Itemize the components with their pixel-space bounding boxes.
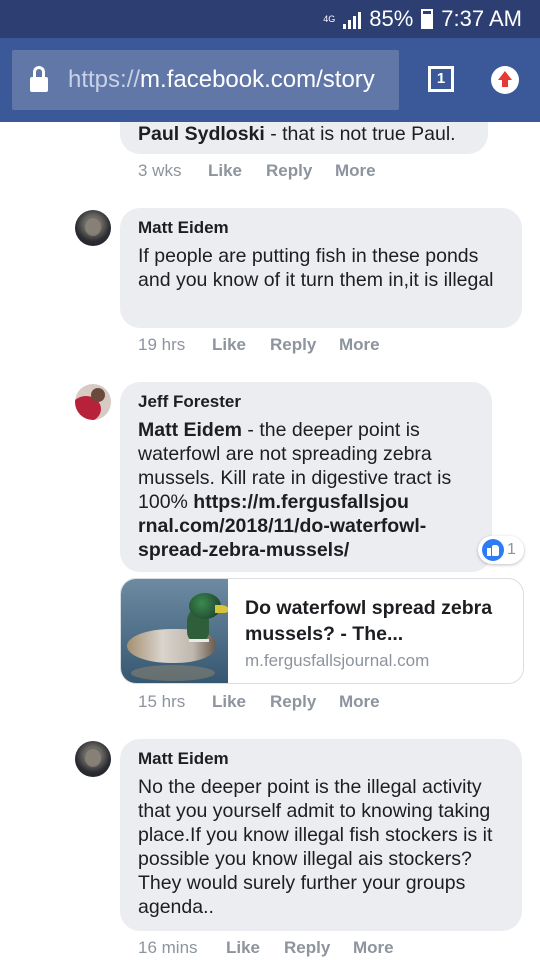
clock: 7:37 AM <box>441 6 522 31</box>
comment-text: No the deeper point is the illegal activ… <box>138 776 493 918</box>
tab-switcher-button[interactable]: 1 <box>428 66 454 92</box>
url-text: https://m.facebook.com/story <box>68 66 375 93</box>
mention: Paul Sydloski <box>138 123 265 145</box>
avatar[interactable] <box>75 210 111 246</box>
commenter-name[interactable]: Matt Eidem <box>138 749 504 769</box>
reaction-badge[interactable]: 1 <box>478 536 524 564</box>
comment-text: Matt Eidem - the deeper point is waterfo… <box>138 419 452 561</box>
reply-button[interactable]: Reply <box>284 938 353 958</box>
network-type-icon: 4G <box>323 13 336 24</box>
reply-button[interactable]: Reply <box>270 335 339 355</box>
duck-thumbnail <box>121 579 228 683</box>
avatar[interactable] <box>75 384 111 420</box>
reply-button[interactable]: Reply <box>266 161 335 181</box>
lock-icon <box>28 50 68 110</box>
link-title: Do waterfowl spread zebra mussels? - The… <box>245 597 493 645</box>
avatar[interactable] <box>75 741 111 777</box>
like-button[interactable]: Like <box>208 161 266 181</box>
comments-list: Paul Sydloski - that is not true Paul. 3… <box>0 122 540 960</box>
comment-actions: 15 hrs Like Reply More <box>138 692 380 712</box>
comment-bubble: Matt Eidem No the deeper point is the il… <box>120 739 522 931</box>
comment-time: 16 mins <box>138 938 198 957</box>
like-icon <box>482 539 504 561</box>
more-button[interactable]: More <box>339 335 380 355</box>
link-domain: m.fergusfallsjournal.com <box>245 651 430 670</box>
comment-bubble: Jeff Forester Matt Eidem - the deeper po… <box>120 382 492 572</box>
comment-text: Paul Sydloski - that is not true Paul. <box>138 123 456 145</box>
comment-actions: 3 wks Like Reply More <box>138 161 376 181</box>
commenter-name[interactable]: Matt Eidem <box>138 218 504 238</box>
comment-time: 3 wks <box>138 161 182 180</box>
comment-time: 19 hrs <box>138 335 186 354</box>
more-button[interactable]: More <box>335 161 376 181</box>
link-preview-card[interactable]: Do waterfowl spread zebra mussels? - The… <box>120 578 524 684</box>
commenter-name[interactable]: Jeff Forester <box>138 392 474 412</box>
comment-bubble: Matt Eidem If people are putting fish in… <box>120 208 522 328</box>
like-button[interactable]: Like <box>212 692 270 712</box>
comment-bubble: Paul Sydloski - that is not true Paul. <box>120 122 488 154</box>
browser-toolbar: https://m.facebook.com/story 1 <box>0 38 540 122</box>
mention: Matt Eidem <box>138 419 243 441</box>
reply-button[interactable]: Reply <box>270 692 339 712</box>
url-field[interactable]: https://m.facebook.com/story <box>12 50 399 110</box>
more-button[interactable]: More <box>353 938 394 958</box>
comment-time: 15 hrs <box>138 692 186 711</box>
reaction-count: 1 <box>507 541 516 558</box>
comment-actions: 16 mins Like Reply More <box>138 938 394 958</box>
status-bar: 4G 85% 7:37 AM <box>0 0 540 38</box>
like-button[interactable]: Like <box>212 335 270 355</box>
battery-percent: 85% <box>369 6 414 31</box>
like-button[interactable]: Like <box>226 938 284 958</box>
battery-icon <box>421 9 434 29</box>
upload-icon[interactable] <box>491 66 519 94</box>
signal-icon <box>343 9 362 29</box>
comment-text: If people are putting fish in these pond… <box>138 245 494 291</box>
comment-actions: 19 hrs Like Reply More <box>138 335 380 355</box>
more-button[interactable]: More <box>339 692 380 712</box>
